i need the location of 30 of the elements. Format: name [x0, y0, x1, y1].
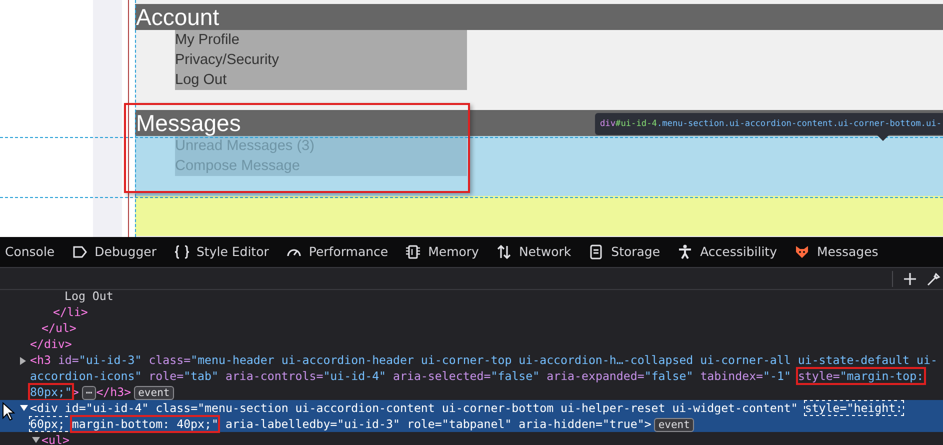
mouse-cursor-icon [2, 402, 15, 421]
devtools-tab[interactable]: Accessibility [677, 237, 777, 267]
devtools-tab[interactable]: Memory [405, 237, 479, 267]
section-header[interactable]: Account [135, 4, 943, 30]
add-icon[interactable] [903, 272, 917, 286]
markup-line[interactable]: Log Out [0, 290, 943, 304]
devtools-tab[interactable]: Messages [794, 237, 878, 267]
tag-icon [72, 244, 88, 260]
menu-item[interactable]: Privacy/Security [175, 50, 467, 70]
arrows-icon [496, 244, 512, 260]
chip-icon [405, 244, 422, 260]
tooltip-arrow-icon [877, 135, 889, 141]
person-icon [677, 244, 694, 260]
markup-line[interactable]: <ul> [0, 432, 943, 445]
markup-line[interactable]: </ul> [0, 320, 943, 336]
devtools-tab[interactable]: Storage [588, 237, 660, 267]
devtools-tab[interactable]: Style Editor [174, 237, 269, 267]
markup-line[interactable]: </li> [0, 304, 943, 320]
braces-icon [174, 244, 190, 260]
devtools-tab[interactable]: Console [5, 237, 55, 267]
markup-line[interactable]: </div> [0, 336, 943, 352]
fox-icon [794, 244, 810, 260]
menu-item[interactable]: Log Out [175, 70, 467, 90]
devtools-tab[interactable]: Performance [286, 237, 388, 267]
devtools-tab[interactable]: Debugger [72, 237, 156, 267]
eyedropper-icon[interactable] [927, 272, 941, 286]
document-icon [588, 244, 604, 260]
node-tooltip: div#ui-id-4.menu-section.ui-accordion-content.ui-corner-bottom.ui- [595, 113, 943, 135]
devtools-tab[interactable]: Network [496, 237, 572, 267]
menu-item[interactable]: My Profile [175, 30, 467, 50]
